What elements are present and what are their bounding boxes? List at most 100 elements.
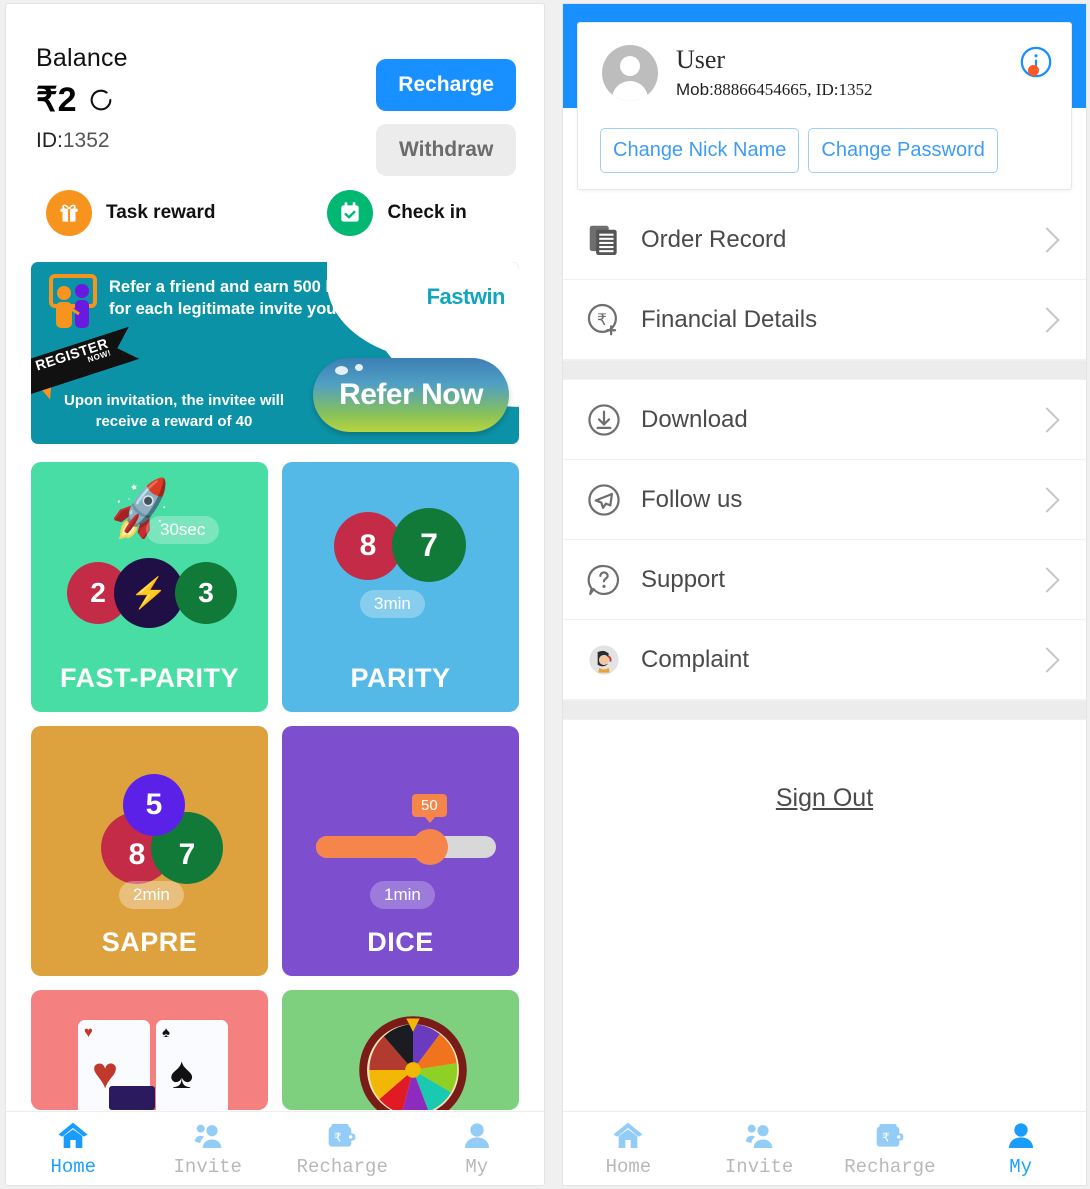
dice-duration: 1min xyxy=(370,881,435,909)
menu-label-support: Support xyxy=(641,565,726,593)
menu-group-separator xyxy=(563,360,1086,380)
ball-green: 7 xyxy=(392,508,466,582)
game-tile-dice[interactable]: 50 1min DICE xyxy=(282,726,519,976)
quick-actions: Task reward Check in xyxy=(6,190,544,236)
home-icon xyxy=(609,1120,647,1154)
sapre-duration: 2min xyxy=(119,881,184,909)
refer-now-button[interactable]: Refer Now xyxy=(313,358,509,432)
nav-item-recharge[interactable]: ₹ Recharge xyxy=(275,1120,410,1178)
gift-icon xyxy=(46,190,92,236)
slider-fill xyxy=(316,836,424,858)
game-tile-parity[interactable]: 8 7 3min PARITY xyxy=(282,462,519,712)
menu-label-follow-us: Follow us xyxy=(641,485,743,513)
chevron-right-icon xyxy=(1034,226,1060,253)
sign-out-link[interactable]: Sign Out xyxy=(776,784,873,812)
refer-now-label: Refer Now xyxy=(339,378,483,411)
spade-suit-small-icon: ♠ xyxy=(162,1024,170,1041)
game-tile-fast-parity[interactable]: 🚀 30sec 2 ⚡ 3 FAST-PARITY xyxy=(31,462,268,712)
profile-card: User Mob:88866454665, ID:1352 Change Nic… xyxy=(577,22,1072,190)
nav-label-invite: Invite xyxy=(173,1155,242,1178)
invite-people-icon xyxy=(740,1120,778,1154)
account-menu: Order Record ₹ Financial Details Downloa… xyxy=(563,200,1086,813)
menu-label-financial-details: Financial Details xyxy=(641,305,818,333)
home-icon xyxy=(54,1120,92,1154)
fast-parity-title: FAST-PARITY xyxy=(59,663,239,693)
check-in-label: Check in xyxy=(387,202,467,223)
menu-item-follow-us[interactable]: Follow us xyxy=(563,460,1086,540)
menu-item-financial-details[interactable]: ₹ Financial Details xyxy=(563,280,1086,360)
menu-item-download[interactable]: Download xyxy=(563,380,1086,460)
nav-label-recharge: Recharge xyxy=(844,1155,936,1178)
user-id-prefix: ID: xyxy=(36,129,63,152)
chevron-right-icon xyxy=(1034,486,1060,513)
recharge-button[interactable]: Recharge xyxy=(376,59,516,111)
task-reward-button[interactable]: Task reward xyxy=(46,190,215,236)
menu-label-download: Download xyxy=(641,405,748,433)
refer-people-icon xyxy=(45,274,101,332)
profile-mobile: Mob:88866454665, ID:1352 xyxy=(676,80,872,100)
game-tile-wheel[interactable] xyxy=(282,990,519,1110)
telegram-circle-icon xyxy=(585,481,623,519)
complaint-person-icon xyxy=(585,641,623,679)
chevron-right-icon xyxy=(1034,306,1060,333)
mobile-number: 88866454665 xyxy=(713,80,808,99)
nav-label-my: My xyxy=(465,1155,489,1178)
nav-item-my[interactable]: My xyxy=(955,1120,1086,1178)
avatar-icon[interactable] xyxy=(602,45,658,101)
task-reward-label: Task reward xyxy=(106,202,216,223)
change-password-button[interactable]: Change Password xyxy=(808,128,998,173)
my-account-panel: User Mob:88866454665, ID:1352 Change Nic… xyxy=(562,3,1087,1186)
user-id-value: 1352 xyxy=(62,129,110,152)
nav-item-invite[interactable]: Invite xyxy=(694,1120,825,1178)
document-stack-icon xyxy=(585,221,623,259)
nav-item-my[interactable]: My xyxy=(410,1120,545,1178)
game-tile-cards[interactable]: ♥ ♥ ♠ ♠ xyxy=(31,990,268,1110)
app-screen: Balance ₹2 ID:1352 Recharge Withdraw Tas… xyxy=(0,0,1090,1189)
change-nick-name-button[interactable]: Change Nick Name xyxy=(600,128,800,173)
game-tile-sapre[interactable]: 8 7 5 2min SAPRE xyxy=(31,726,268,976)
menu-item-support[interactable]: Support xyxy=(563,540,1086,620)
menu-item-order-record[interactable]: Order Record xyxy=(563,200,1086,280)
avatar-body xyxy=(612,81,648,101)
invite-people-icon xyxy=(189,1120,227,1154)
parity-duration: 3min xyxy=(360,590,425,618)
nav-item-invite[interactable]: Invite xyxy=(141,1120,276,1178)
refresh-icon[interactable] xyxy=(87,86,115,114)
question-chat-icon xyxy=(585,561,623,599)
refer-gloss-1 xyxy=(335,366,348,375)
card-deck-base xyxy=(109,1086,155,1110)
menu-label-order-record: Order Record xyxy=(641,225,787,253)
playing-card-spade: ♠ ♠ xyxy=(156,1020,228,1110)
info-icon[interactable] xyxy=(1019,45,1053,79)
person-icon xyxy=(1002,1120,1040,1154)
nav-label-my: My xyxy=(1009,1155,1033,1178)
nav-label-home: Home xyxy=(605,1155,652,1178)
bottom-navigation: Home Invite ₹ Recharge My xyxy=(563,1111,1086,1185)
dice-title: DICE xyxy=(367,927,434,957)
chevron-right-icon xyxy=(1034,646,1060,673)
bottom-navigation: Home Invite ₹ Recharge My xyxy=(6,1111,544,1185)
nav-item-recharge[interactable]: ₹ Recharge xyxy=(825,1120,956,1178)
svg-text:₹: ₹ xyxy=(882,1130,890,1144)
nav-item-home[interactable]: Home xyxy=(563,1120,694,1178)
ball-purple: 5 xyxy=(123,774,185,836)
menu-group-separator-2 xyxy=(563,700,1086,720)
mobile-prefix: Mob: xyxy=(676,80,714,99)
chevron-right-icon xyxy=(1034,566,1060,593)
home-panel: Balance ₹2 ID:1352 Recharge Withdraw Tas… xyxy=(5,3,545,1186)
profile-actions: Change Nick Name Change Password xyxy=(600,128,998,173)
menu-label-complaint: Complaint xyxy=(641,645,750,673)
banner-subtext: Upon invitation, the invitee will receiv… xyxy=(63,392,284,430)
sign-out-section: Sign Out xyxy=(563,720,1086,813)
fast-parity-duration: 30sec xyxy=(146,516,220,544)
person-icon xyxy=(458,1120,496,1154)
withdraw-button[interactable]: Withdraw xyxy=(376,124,516,176)
menu-item-complaint[interactable]: Complaint xyxy=(563,620,1086,700)
nav-item-home[interactable]: Home xyxy=(6,1120,141,1178)
check-in-button[interactable]: Check in xyxy=(327,190,467,236)
sapre-title: SAPRE xyxy=(101,927,198,957)
profile-name: User xyxy=(676,45,726,74)
referral-banner[interactable]: Fastwin Refer a friend and earn 500 bonu… xyxy=(31,262,519,444)
download-circle-icon xyxy=(585,401,623,439)
ball-green: 3 xyxy=(175,562,237,624)
